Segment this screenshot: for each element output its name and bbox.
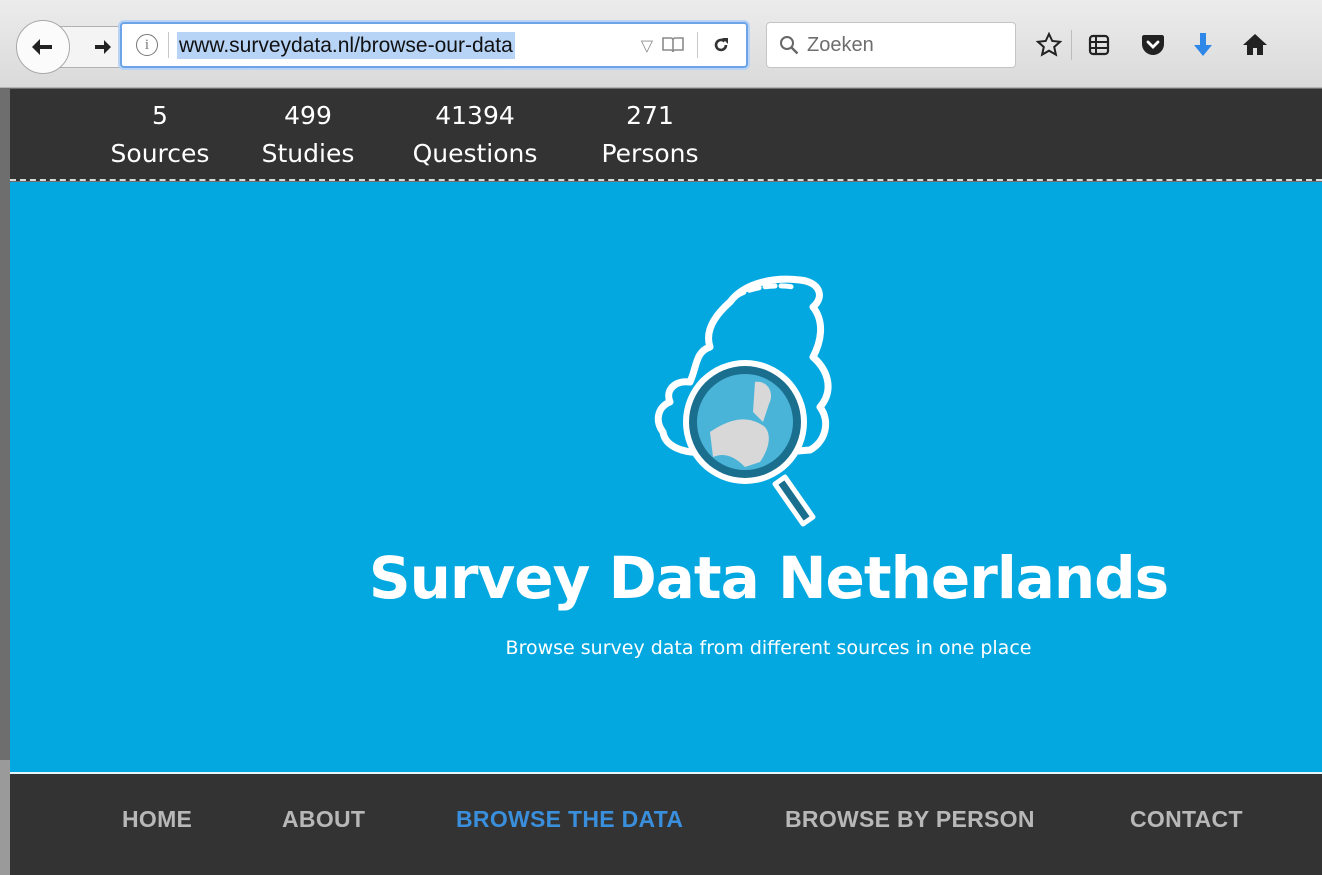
stat-questions[interactable]: 41394 Questions: [390, 97, 560, 173]
nav-home[interactable]: HOME: [122, 806, 192, 833]
stat-value: 5: [152, 101, 168, 130]
main-navigation: HOME ABOUT BROWSE THE DATA BROWSE BY PER…: [10, 774, 1322, 875]
stats-bar: 5 Sources 499 Studies 41394 Questions 27…: [10, 89, 1322, 181]
back-button[interactable]: [16, 20, 70, 74]
search-input[interactable]: Zoeken: [766, 22, 1016, 68]
nav-about[interactable]: ABOUT: [282, 806, 365, 833]
stat-value: 499: [284, 101, 332, 130]
stat-studies[interactable]: 499 Studies: [246, 97, 370, 173]
hero-banner: Survey Data Netherlands Browse survey da…: [10, 182, 1322, 772]
bookmarks-list-icon[interactable]: [1084, 30, 1114, 60]
stat-label: Questions: [412, 139, 538, 168]
bookmark-star-icon[interactable]: [1034, 30, 1064, 60]
toolbar-divider: [1071, 30, 1072, 60]
stat-label: Persons: [601, 139, 699, 168]
search-icon: [780, 36, 799, 55]
url-text[interactable]: www.surveydata.nl/browse-our-data: [177, 31, 515, 59]
web-page: 5 Sources 499 Studies 41394 Questions 27…: [10, 89, 1322, 875]
home-icon[interactable]: [1240, 30, 1270, 60]
download-icon[interactable]: [1188, 30, 1218, 60]
nav-browse-the-data[interactable]: BROWSE THE DATA: [456, 806, 683, 833]
stat-label: Sources: [110, 139, 210, 168]
forward-arrow-icon: [95, 40, 111, 54]
stat-persons[interactable]: 271 Persons: [580, 97, 720, 173]
site-info-icon[interactable]: i: [136, 34, 158, 56]
window-edge: [0, 760, 10, 875]
site-subtitle: Browse survey data from different source…: [505, 637, 1032, 659]
address-bar[interactable]: i www.surveydata.nl/browse-our-data ▽: [120, 22, 748, 68]
browser-toolbar: i www.surveydata.nl/browse-our-data ▽ Zo…: [0, 0, 1322, 88]
nav-contact[interactable]: CONTACT: [1130, 806, 1243, 833]
netherlands-magnifier-logo: [654, 275, 832, 527]
url-dropdown-icon[interactable]: ▽: [641, 36, 653, 55]
stat-value: 271: [626, 101, 674, 130]
stat-value: 41394: [435, 101, 515, 130]
url-divider: [168, 32, 169, 58]
back-arrow-icon: [32, 39, 52, 55]
nav-browse-by-person[interactable]: BROWSE BY PERSON: [785, 806, 1035, 833]
site-title: Survey Data Netherlands: [368, 544, 1169, 612]
reader-view-icon[interactable]: [661, 35, 685, 55]
url-divider: [697, 32, 698, 58]
pocket-icon[interactable]: [1138, 30, 1168, 60]
stat-label: Studies: [261, 139, 355, 168]
stat-sources[interactable]: 5 Sources: [98, 97, 222, 173]
search-placeholder: Zoeken: [807, 33, 874, 56]
reload-icon[interactable]: [712, 36, 730, 54]
url-actions: ▽: [641, 24, 746, 66]
